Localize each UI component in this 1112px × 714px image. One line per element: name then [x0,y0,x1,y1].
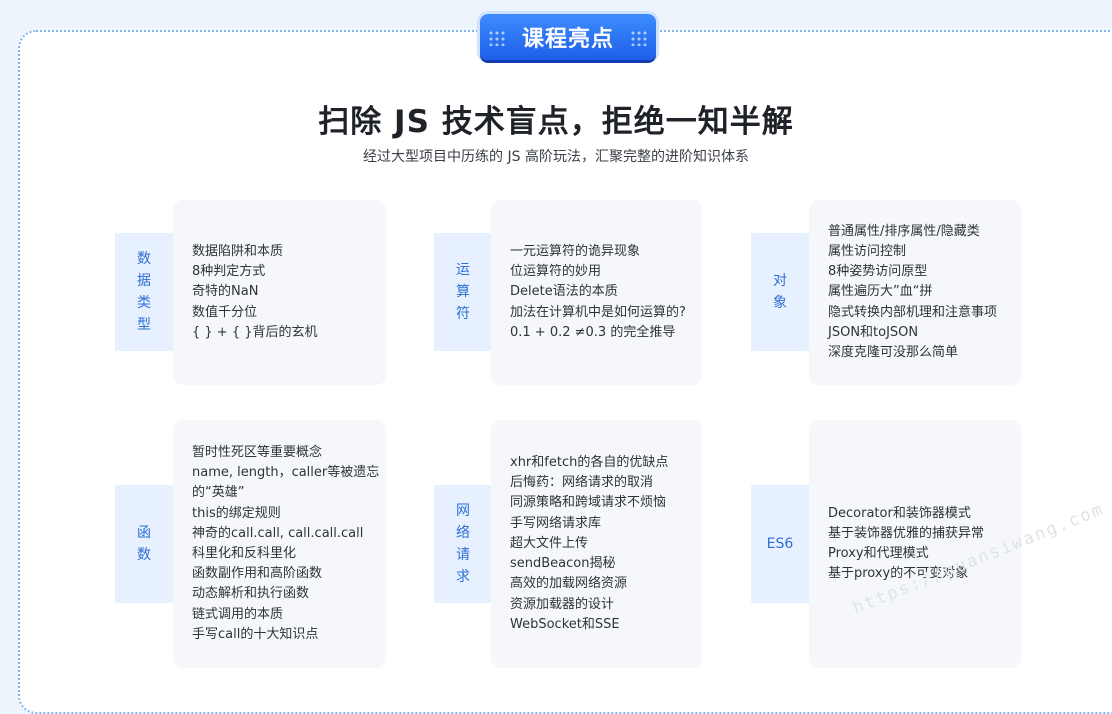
section-tag-network-requests: 网络请求 [434,485,492,603]
section-tag-data-types: 数据类型 [115,233,173,351]
list-item: 数据陷阱和本质 [192,243,284,259]
page-subtitle: 经过大型项目中历练的 JS 高阶玩法，汇聚完整的进阶知识体系 [363,149,749,165]
dots-decoration [488,30,506,46]
list-item: sendBeacon揭秘 [510,556,616,572]
list-item: 超大文件上传 [510,535,589,551]
list-item: this的绑定规则 [192,505,281,521]
list-item: 函数副作用和高阶函数 [192,566,323,582]
list-item: 0.1 + 0.2 ≠0.3 的完全推导 [510,324,676,340]
list-item: 同源策略和跨域请求不烦恼 [510,495,667,511]
list-item: 基于装饰器优雅的捕获异常 [828,525,985,541]
list-item: 手写call的十大知识点 [192,626,319,642]
list-item: name, length，caller等被遗忘 [192,465,380,481]
list-item: 属性访问控制 [828,243,907,259]
list-item: xhr和fetch的各自的优缺点 [510,455,669,471]
list-item: 暂时性死区等重要概念 [192,444,323,460]
list-item: 位运算符的妙用 [510,264,602,280]
section-tag-objects: 对象 [751,233,809,351]
section-card-functions: 暂时性死区等重要概念 name, length，caller等被遗忘 的“英雄”… [173,420,386,668]
list-item: 的“英雄” [192,485,245,501]
section-tag-es6: ES6 [751,485,809,603]
list-item: 8种判定方式 [192,264,266,280]
list-item: Delete语法的本质 [510,284,618,300]
list-item: 一元运算符的诡异现象 [510,243,641,259]
list-item: 属性遍历大”血“拼 [828,284,933,300]
section-card-network-requests: xhr和fetch的各自的优缺点 后悔药：网络请求的取消 同源策略和跨域请求不烦… [491,420,702,668]
list-item: 深度克隆可没那么简单 [828,345,959,360]
list-item: 数值千分位 [192,304,258,320]
list-item: 神奇的call.call, call.call.call [192,525,364,541]
section-tag-operators: 运算符 [434,233,492,351]
list-item: 普通属性/排序属性/隐藏类 [828,223,980,239]
section-card-operators: 一元运算符的诡异现象 位运算符的妙用 Delete语法的本质 加法在计算机中是如… [491,200,702,385]
list-item: 资源加载器的设计 [510,596,615,612]
list-item: JSON和toJSON [828,324,919,340]
list-item: 隐式转换内部机理和注意事项 [828,304,998,320]
list-item: 动态解析和执行函数 [192,586,310,602]
section-card-data-types: 数据陷阱和本质 8种判定方式 奇特的NaN 数值千分位 { } + { }背后的… [173,200,386,385]
list-item: 链式调用的本质 [192,606,284,622]
list-item: 8种姿势访问原型 [828,264,928,280]
list-item: 高效的加载网络资源 [510,576,628,592]
page-title: 扫除 JS 技术盲点，拒绝一知半解 [318,104,794,140]
list-item: 后悔药：网络请求的取消 [510,475,654,491]
list-item: 科里化和反科里化 [192,546,297,561]
list-item: Decorator和装饰器模式 [828,505,971,521]
list-item: 手写网络请求库 [510,515,602,531]
highlights-badge: 课程亮点 [480,14,656,60]
list-item: 奇特的NaN [192,284,259,300]
badge-label: 课程亮点 [521,27,614,52]
dots-decoration [630,30,648,46]
list-item: { } + { }背后的玄机 [192,324,318,340]
list-item: WebSocket和SSE [510,616,620,632]
list-item: 加法在计算机中是如何运算的? [510,304,686,320]
section-card-objects: 普通属性/排序属性/隐藏类 属性访问控制 8种姿势访问原型 属性遍历大”血“拼 … [809,200,1021,385]
section-tag-functions: 函数 [115,485,173,603]
